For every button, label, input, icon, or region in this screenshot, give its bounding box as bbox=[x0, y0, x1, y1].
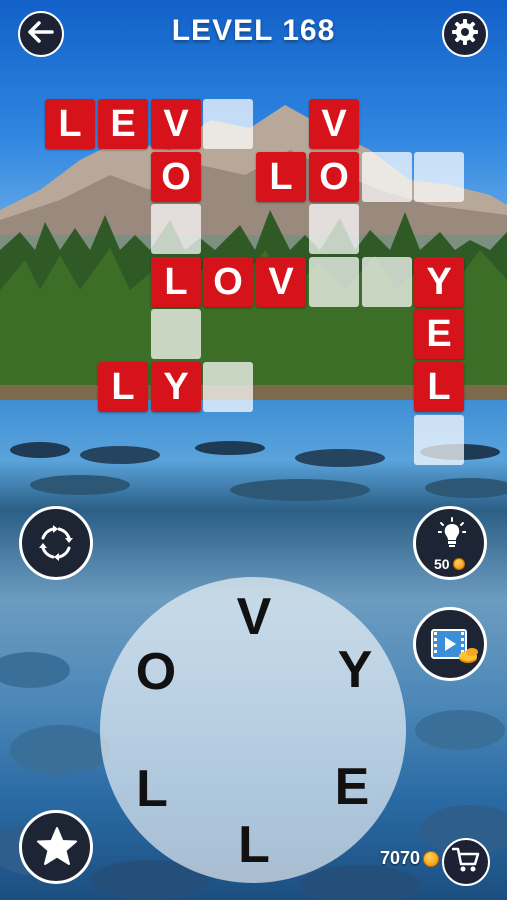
lightbulb-icon bbox=[437, 517, 467, 556]
board-cell bbox=[362, 257, 412, 307]
board-cell bbox=[414, 415, 464, 465]
video-reward-button[interactable] bbox=[413, 607, 487, 681]
crossword-board: L E V V O L O L O V Y E L Y L bbox=[0, 0, 507, 480]
favorites-button[interactable] bbox=[19, 810, 93, 884]
wheel-letter[interactable]: L bbox=[224, 815, 284, 875]
video-reward-icon bbox=[430, 626, 478, 671]
hint-cost: 50 bbox=[434, 556, 450, 572]
board-cell: V bbox=[256, 257, 306, 307]
wheel-letter[interactable]: V bbox=[224, 587, 284, 647]
board-cell: L bbox=[98, 362, 148, 412]
wheel-letter[interactable]: O bbox=[126, 642, 186, 702]
board-cell: E bbox=[98, 99, 148, 149]
wheel-letter[interactable]: Y bbox=[325, 640, 385, 700]
board-cell: V bbox=[309, 99, 359, 149]
star-icon bbox=[35, 825, 79, 874]
board-cell: E bbox=[414, 309, 464, 359]
hint-button[interactable]: 50 bbox=[413, 506, 487, 580]
coin-icon bbox=[423, 850, 439, 867]
shop-button[interactable] bbox=[442, 838, 490, 886]
board-cell: V bbox=[151, 99, 201, 149]
wheel-letter[interactable]: L bbox=[122, 759, 182, 819]
board-cell bbox=[203, 99, 253, 149]
board-cell: Y bbox=[151, 362, 201, 412]
board-cell: L bbox=[414, 362, 464, 412]
shuffle-icon bbox=[35, 522, 77, 569]
board-cell bbox=[309, 204, 359, 254]
board-cell bbox=[414, 152, 464, 202]
shuffle-button[interactable] bbox=[19, 506, 93, 580]
coin-count: 7070 bbox=[379, 848, 420, 868]
board-cell: L bbox=[256, 152, 306, 202]
board-cell: O bbox=[151, 152, 201, 202]
board-cell bbox=[309, 257, 359, 307]
board-cell bbox=[203, 362, 253, 412]
board-cell: Y bbox=[414, 257, 464, 307]
letter-wheel[interactable]: V Y E L L O bbox=[100, 577, 406, 883]
wheel-letter[interactable]: E bbox=[322, 757, 382, 817]
board-cell: O bbox=[203, 257, 253, 307]
board-cell bbox=[362, 152, 412, 202]
coin-balance: 7070 bbox=[380, 848, 439, 869]
coin-icon bbox=[452, 558, 465, 570]
shopping-cart-icon bbox=[451, 847, 480, 878]
board-cell bbox=[151, 309, 201, 359]
board-cell: L bbox=[45, 99, 95, 149]
board-cell: O bbox=[309, 152, 359, 202]
board-cell: L bbox=[151, 257, 201, 307]
board-cell bbox=[151, 204, 201, 254]
